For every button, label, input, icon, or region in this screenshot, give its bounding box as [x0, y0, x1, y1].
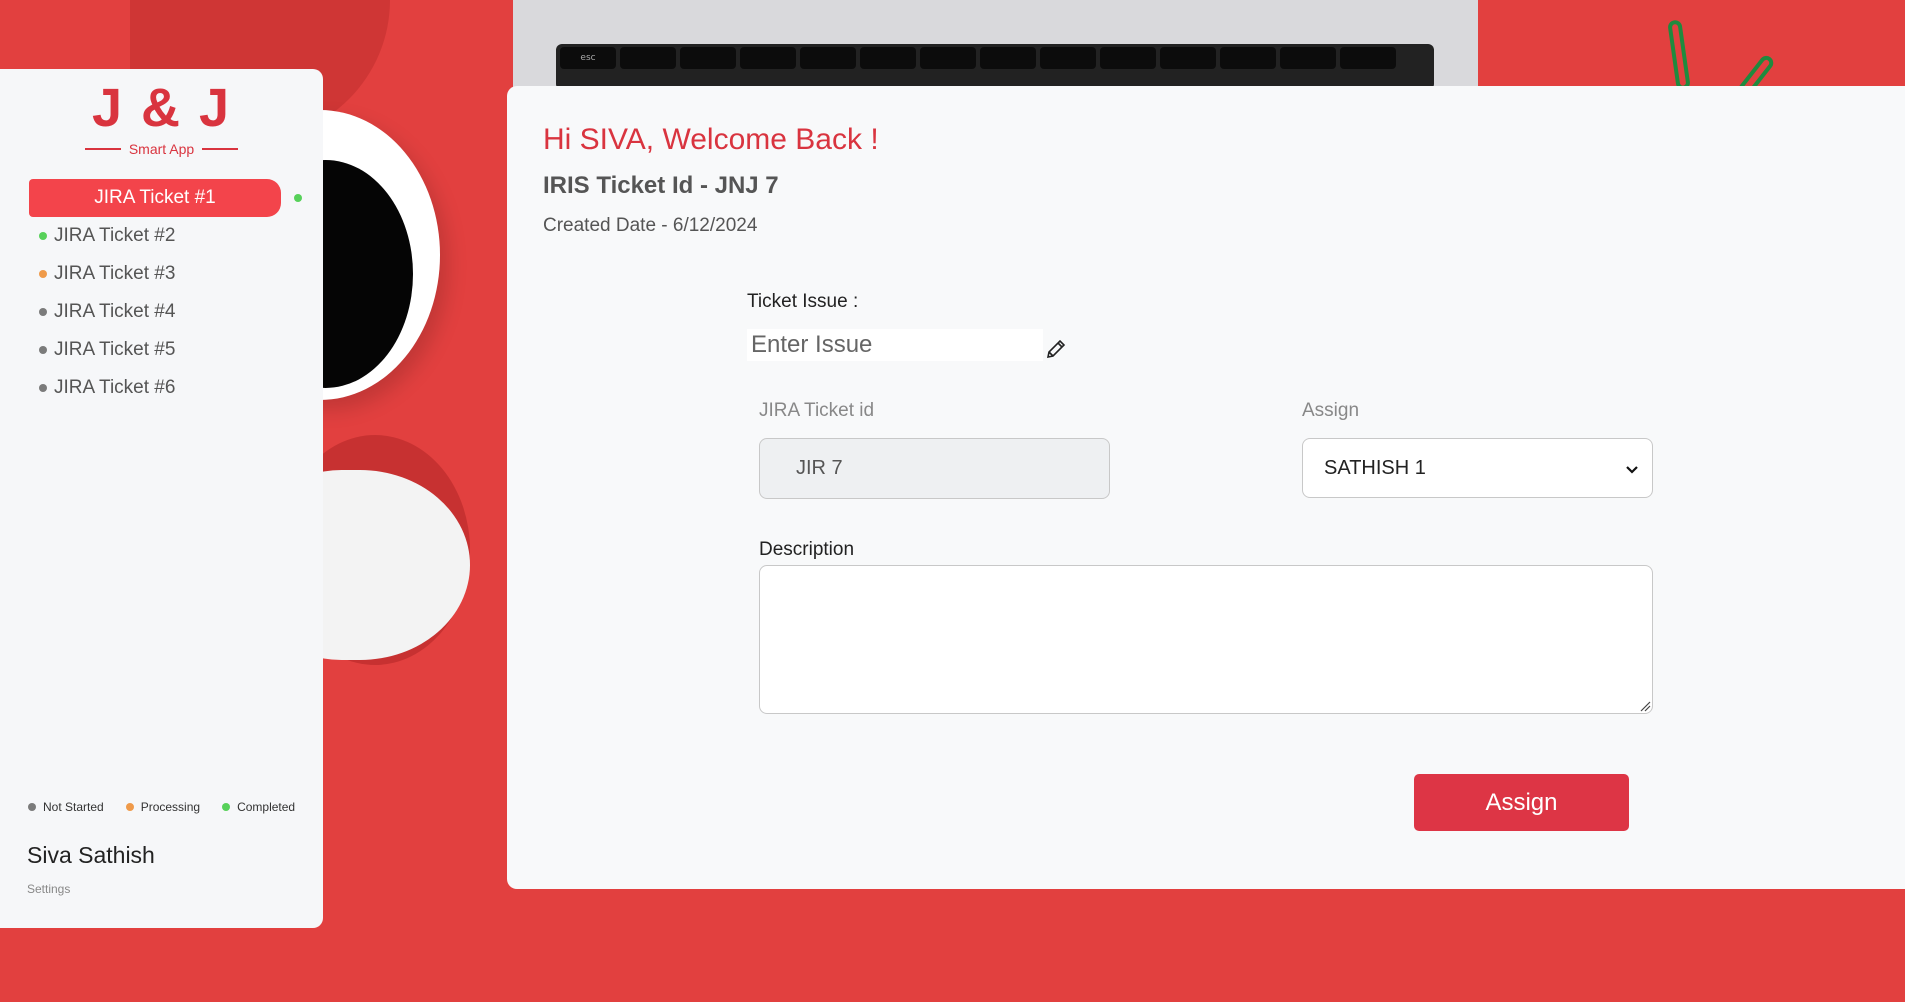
- logo-title: J & J: [91, 78, 232, 138]
- status-dot-icon: [125, 803, 134, 811]
- sidebar-item-ticket-3[interactable]: JIRA Ticket #3: [0, 255, 323, 293]
- status-dot-icon: [222, 803, 231, 811]
- description-label: Description: [759, 539, 855, 560]
- sidebar-item-label: JIRA Ticket #5: [54, 339, 176, 360]
- page-title: Hi SIVA, Welcome Back !: [543, 123, 879, 156]
- logo-subtitle: Smart App: [128, 141, 195, 157]
- background-paperclip: [1667, 19, 1691, 91]
- logo-divider: [84, 148, 121, 150]
- ticket-issue-label: Ticket Issue :: [747, 291, 859, 312]
- status-legend: Not Started Processing Completed: [28, 800, 295, 814]
- status-dot-icon: [39, 270, 47, 278]
- background-keyboard: esc: [556, 44, 1434, 90]
- logo-subtitle-row: Smart App: [84, 141, 239, 157]
- sidebar-item-label: JIRA Ticket #1: [94, 187, 216, 208]
- sidebar-item-ticket-1[interactable]: JIRA Ticket #1: [29, 179, 302, 217]
- description-textarea[interactable]: [759, 565, 1653, 714]
- legend-label: Not Started: [43, 800, 104, 814]
- created-date: Created Date - 6/12/2024: [543, 215, 758, 236]
- pencil-icon[interactable]: [1044, 337, 1068, 361]
- legend-label: Processing: [140, 800, 201, 814]
- assign-label: Assign: [1302, 400, 1360, 421]
- sidebar-item-ticket-5[interactable]: JIRA Ticket #5: [0, 331, 323, 369]
- legend-label: Completed: [237, 800, 296, 814]
- status-dot-icon: [28, 803, 36, 811]
- legend-not-started: Not Started: [28, 800, 104, 814]
- legend-processing: Processing: [125, 800, 201, 814]
- jira-ticket-id-field[interactable]: JIR 7: [759, 438, 1110, 499]
- jira-ticket-id-label: JIRA Ticket id: [759, 400, 875, 421]
- sidebar-item-label: JIRA Ticket #4: [54, 301, 176, 322]
- sidebar-item-label: JIRA Ticket #3: [54, 263, 176, 284]
- logo: J & J Smart App: [0, 69, 323, 157]
- chevron-down-icon: [1626, 466, 1638, 474]
- status-dot-icon: [39, 384, 47, 392]
- ticket-panel: Hi SIVA, Welcome Back ! IRIS Ticket Id -…: [507, 86, 1905, 889]
- status-dot-icon: [294, 194, 302, 202]
- status-dot-icon: [39, 232, 47, 240]
- legend-completed: Completed: [222, 800, 295, 814]
- ticket-id-heading: IRIS Ticket Id - JNJ 7: [543, 172, 779, 199]
- status-dot-icon: [39, 346, 47, 354]
- logo-divider: [202, 148, 239, 150]
- settings-link[interactable]: Settings: [27, 882, 70, 896]
- ticket-issue-input[interactable]: [747, 329, 1043, 361]
- sidebar-item-ticket-4[interactable]: JIRA Ticket #4: [0, 293, 323, 331]
- sidebar-item-ticket-2[interactable]: JIRA Ticket #2: [0, 217, 323, 255]
- assignee-selected-value: SATHISH 1: [1324, 456, 1426, 479]
- assignee-select[interactable]: SATHISH 1: [1302, 438, 1653, 498]
- sidebar-item-label: JIRA Ticket #6: [54, 377, 176, 398]
- assign-button[interactable]: Assign: [1414, 774, 1629, 831]
- sidebar-item-ticket-6[interactable]: JIRA Ticket #6: [0, 369, 323, 407]
- sidebar: J & J Smart App JIRA Ticket #1 JIRA Tick…: [0, 69, 323, 928]
- resize-handle-icon[interactable]: [1639, 700, 1651, 712]
- status-dot-icon: [39, 308, 47, 316]
- ticket-list: JIRA Ticket #1 JIRA Ticket #2 JIRA Ticke…: [0, 179, 323, 407]
- sidebar-item-label: JIRA Ticket #2: [54, 225, 176, 246]
- user-name: Siva Sathish: [27, 842, 155, 868]
